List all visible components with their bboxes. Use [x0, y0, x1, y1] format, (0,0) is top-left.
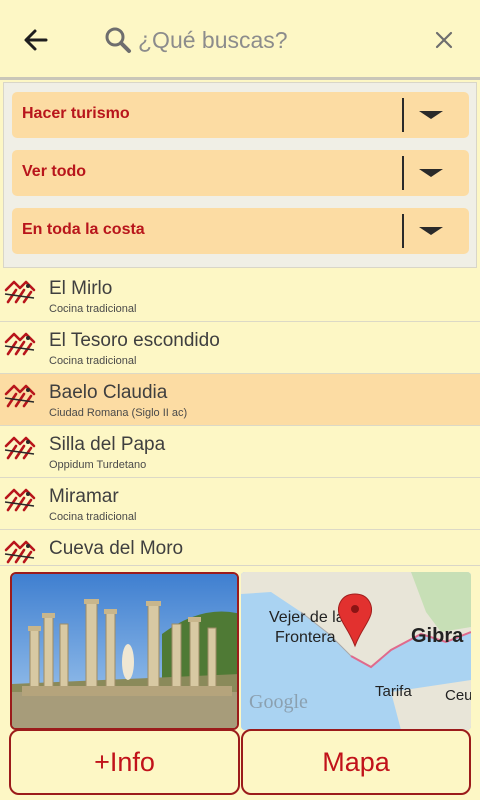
item-subtitle: Cocina tradicional [49, 511, 137, 523]
area-dropdown[interactable]: En toda la costa [12, 208, 469, 254]
ruins-image [12, 574, 237, 728]
list-item[interactable]: Miramar Cocina tradicional [0, 478, 480, 530]
search-input[interactable] [138, 20, 398, 60]
item-title: Cueva del Moro [49, 538, 184, 559]
map-label: Ceu [445, 687, 471, 704]
map-label: Vejer de la [269, 609, 345, 626]
tourism-icon [4, 384, 36, 408]
item-subtitle: Cocina tradicional [49, 355, 137, 367]
list-item[interactable]: El Mirlo Cocina tradicional [0, 270, 480, 322]
location-map[interactable]: Vejer de la Frontera Gibra Tarifa Ceu Go… [241, 572, 471, 730]
list-item[interactable]: Cueva del Moro [0, 530, 480, 564]
item-subtitle: Ciudad Romana (Siglo II ac) [49, 407, 188, 419]
map-button[interactable]: Mapa [241, 729, 471, 795]
map-label: Frontera [275, 629, 336, 646]
item-title: El Mirlo [49, 278, 113, 299]
item-title: Baelo Claudia [49, 382, 168, 403]
chevron-down-icon[interactable] [419, 169, 443, 177]
tourism-icon [4, 332, 36, 356]
detail-panel: Vejer de la Frontera Gibra Tarifa Ceu Go… [0, 565, 480, 800]
dropdown-divider [402, 156, 404, 190]
chevron-down-icon[interactable] [419, 111, 443, 119]
item-title: Silla del Papa [49, 434, 166, 455]
chevron-down-icon[interactable] [419, 227, 443, 235]
more-info-button[interactable]: +Info [9, 729, 240, 795]
place-photo[interactable] [10, 572, 239, 730]
dropdown-label: Hacer turismo [22, 105, 130, 122]
dropdown-label: Ver todo [22, 163, 87, 180]
item-title: El Tesoro escondido [49, 330, 220, 351]
results-list[interactable]: El Mirlo Cocina tradicional El Tesoro es… [0, 270, 480, 564]
dropdown-divider [402, 214, 404, 248]
close-icon[interactable] [430, 26, 458, 54]
category-dropdown[interactable]: Ver todo [12, 150, 469, 196]
tourism-icon [4, 436, 36, 460]
list-item[interactable]: El Tesoro escondido Cocina tradicional [0, 322, 480, 374]
magnifier-icon [105, 27, 131, 53]
list-item[interactable]: Silla del Papa Oppidum Turdetano [0, 426, 480, 478]
item-title: Miramar [49, 486, 119, 507]
activity-dropdown[interactable]: Hacer turismo [12, 92, 469, 138]
map-label: Gibra [411, 625, 464, 647]
item-subtitle: Cocina tradicional [49, 303, 137, 315]
map-image: Vejer de la Frontera Gibra Tarifa Ceu Go… [241, 572, 471, 730]
item-subtitle: Oppidum Turdetano [49, 459, 147, 471]
arrow-left-icon[interactable] [18, 22, 54, 58]
search-bar [0, 0, 480, 80]
filter-panel: Hacer turismo Ver todo En toda la costa [3, 82, 477, 268]
tourism-icon [4, 280, 36, 304]
map-label: Tarifa [375, 683, 412, 700]
list-item[interactable]: Baelo Claudia Ciudad Romana (Siglo II ac… [0, 374, 480, 426]
tourism-icon [4, 488, 36, 512]
dropdown-label: En toda la costa [22, 221, 145, 238]
dropdown-divider [402, 98, 404, 132]
tourism-icon [4, 540, 36, 564]
google-logo: Google [249, 691, 308, 713]
